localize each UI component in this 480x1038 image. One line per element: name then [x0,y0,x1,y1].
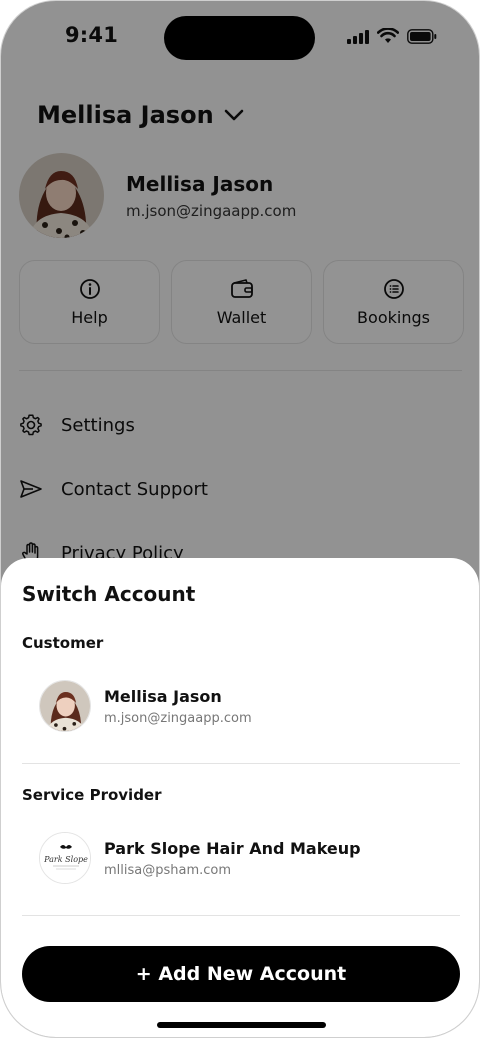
section-label-service-provider: Service Provider [22,786,162,804]
divider [22,915,460,916]
sheet-title: Switch Account [22,582,196,606]
business-logo: Park Slope [39,832,91,884]
account-email: m.json@zingaapp.com [104,710,252,726]
home-indicator [157,1022,326,1028]
avatar [39,680,91,732]
account-option-service-provider[interactable]: Park Slope Park Slope Hair And Makeup ml… [39,832,361,884]
account-name: Park Slope Hair And Makeup [104,838,361,858]
phone-screen: 9:41 Mellisa Jason Mellisa Jason m.json@… [0,0,480,1038]
account-email: mllisa@psham.com [104,862,232,878]
section-label-customer: Customer [22,634,104,652]
switch-account-sheet: Switch Account Customer Mellisa Jason m.… [1,558,479,1037]
logo-text: Park Slope [43,855,88,864]
add-new-account-button[interactable]: + Add New Account [22,946,460,1002]
account-name: Mellisa Jason [104,686,222,706]
divider [22,763,460,764]
account-option-customer[interactable]: Mellisa Jason m.json@zingaapp.com [39,680,252,732]
